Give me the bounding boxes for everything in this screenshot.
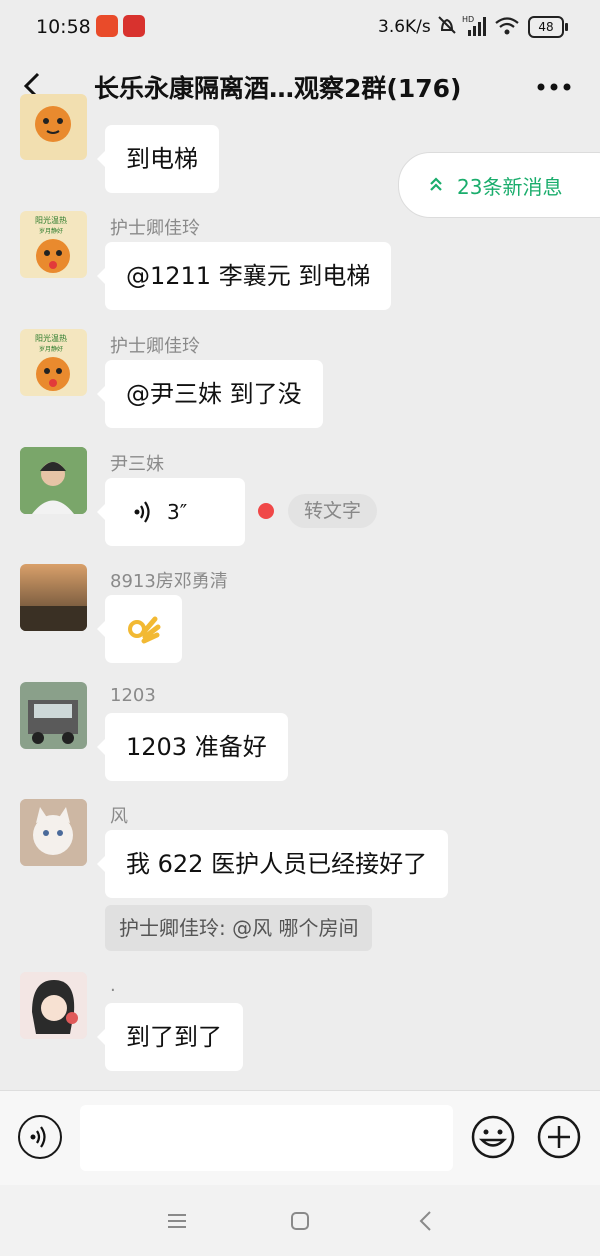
avatar-truck-photo[interactable]: [20, 682, 87, 749]
avatar-anime-girl[interactable]: [20, 972, 87, 1039]
notification-app-icon: [96, 15, 118, 37]
message-text-field[interactable]: [80, 1105, 453, 1171]
menu-icon[interactable]: [163, 1207, 191, 1235]
avatar-sunset-photo[interactable]: [20, 564, 87, 631]
back-nav-icon[interactable]: [412, 1207, 440, 1235]
message-bubble[interactable]: 我 622 医护人员已经接好了: [96, 830, 449, 898]
avatar-nurse[interactable]: 阳光温热 岁月静好: [20, 211, 87, 278]
home-icon[interactable]: [286, 1207, 314, 1235]
avatar-caption: 阳光温热: [35, 215, 67, 225]
message-input-bar: [0, 1090, 600, 1185]
battery-indicator: 48: [528, 16, 568, 38]
voice-message-bubble[interactable]: 3″: [97, 478, 245, 546]
voice-wave-icon: [134, 501, 150, 523]
avatar-caption: 阳光温热: [35, 333, 67, 343]
mute-icon: [438, 16, 456, 34]
chat-header: 长乐永康隔离酒…观察2群(176): [0, 56, 600, 116]
emoji-icon[interactable]: [471, 1115, 515, 1159]
avatar-caption: 岁月静好: [39, 227, 63, 235]
hd-label: HD: [462, 15, 474, 24]
sunset-photo-icon: [20, 564, 87, 631]
message-bubble[interactable]: 到了到了: [97, 1003, 243, 1071]
message-bubble[interactable]: 到电梯: [97, 125, 219, 193]
sender-name: 8913房邓勇清: [110, 571, 228, 592]
network-speed: 3.6K/s: [378, 17, 431, 37]
chat-title: 长乐永康隔离酒…观察2群(176): [94, 74, 462, 103]
tiger-icon: 阳光温热 岁月静好: [35, 333, 70, 391]
tiger-icon: 阳光温热 岁月静好: [35, 215, 70, 273]
anime-girl-icon: [20, 972, 87, 1039]
status-bar: 10:58 3.6K/s HD 48: [0, 0, 600, 56]
ok-hand-emoji-icon: [128, 616, 161, 644]
avatar-kitten[interactable]: [20, 799, 87, 866]
message-bubble[interactable]: @尹三妹 到了没: [97, 360, 323, 428]
sender-name: .: [110, 975, 116, 996]
new-messages-label: 23条新消息: [457, 175, 563, 199]
person-photo-icon: [20, 447, 87, 514]
avatar-user-photo[interactable]: [20, 447, 87, 514]
voice-wave-icon: [30, 1126, 46, 1148]
sender-name: 护士卿佳玲: [110, 218, 200, 239]
signal-icon: HD: [462, 15, 486, 36]
message-bubble[interactable]: [97, 595, 182, 663]
plus-icon[interactable]: [537, 1115, 581, 1159]
sender-name: 1203: [110, 685, 156, 706]
voice-duration: 3″: [167, 500, 188, 524]
sender-name: 护士卿佳玲: [110, 336, 200, 357]
message-bubble[interactable]: @1211 李襄元 到电梯: [96, 242, 392, 310]
quoted-reply[interactable]: 护士卿佳玲: @风 哪个房间: [105, 905, 373, 951]
voice-input-button[interactable]: [18, 1115, 62, 1159]
kitten-icon: [20, 799, 87, 866]
notification-app-icon: [123, 15, 145, 37]
truck-photo-icon: [20, 682, 87, 749]
avatar-tiger[interactable]: [20, 94, 87, 160]
message-bubble[interactable]: 1203 准备好: [97, 713, 288, 781]
unread-dot: [258, 503, 274, 519]
clock: 10:58: [36, 16, 91, 38]
avatar-caption: 岁月静好: [39, 345, 63, 353]
battery-level: 48: [538, 20, 554, 34]
sender-name: 尹三妹: [110, 454, 164, 475]
wifi-icon: [495, 17, 519, 35]
avatar-nurse[interactable]: 阳光温热 岁月静好: [20, 329, 87, 396]
more-options-icon[interactable]: [536, 82, 572, 92]
new-messages-button[interactable]: 23条新消息: [398, 152, 600, 218]
convert-to-text-button[interactable]: 转文字: [288, 494, 378, 528]
sender-name: 风: [110, 806, 128, 827]
tiger-icon: [35, 106, 71, 142]
system-nav-bar: [0, 1185, 600, 1256]
double-chevron-up-icon: [430, 177, 442, 191]
